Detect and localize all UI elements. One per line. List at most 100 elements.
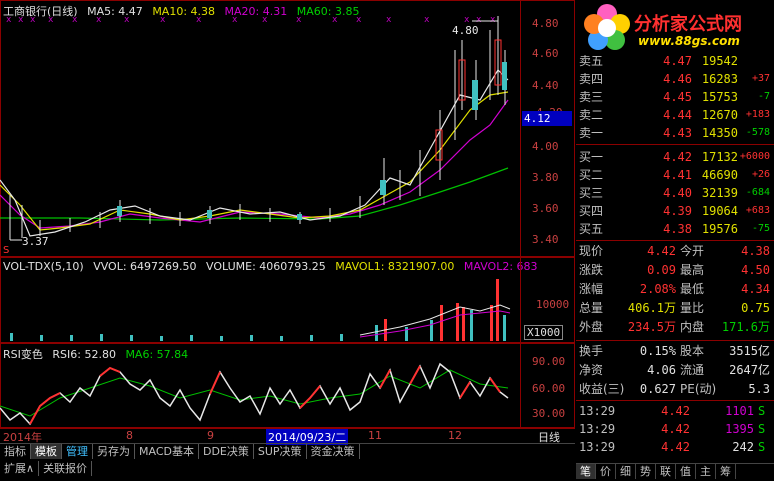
signal-markers: xxxxx xxxxx xxxxx xxxx [6,15,496,25]
tab-linked[interactable]: 联 [656,464,676,479]
tab-value[interactable]: 值 [676,464,696,479]
tab-related-quotes[interactable]: 关联报价 [39,461,93,476]
tick-list[interactable]: 13:29 4.42 1101 S 13:29 4.42 1395 S 13:29 4.42 2… [576,402,774,460]
low-mark-label: 3.37 [22,235,49,248]
svg-text:x: x [332,15,338,25]
ask-row-3[interactable]: 卖三 4.45 15753 -7 [576,88,772,106]
tick-row: 13:29 4.42 1101 S [579,404,766,418]
mavol2-line [359,310,511,338]
ask-row-5[interactable]: 卖五 4.47 19542 [576,52,772,70]
ma10-line [0,91,509,231]
current-price-tag: 4.12 [522,111,572,126]
quote-stats: 现价 4.42 今开 4.38 涨跌 0.09 最高 4.50 涨幅 2.08% 最低 4.34 … [576,242,774,341]
bid-row-5[interactable]: 买五 4.38 19576 -75 [576,220,772,238]
date-axis-month: 12 [448,429,462,442]
stat-row: 净资 4.06 流通 2647亿 [579,363,770,377]
bid-row-1[interactable]: 买一 4.42 17132 +6000 [576,148,772,166]
svg-text:x: x [18,15,24,25]
rsi-chart[interactable] [0,358,520,428]
volume-header: VOL-TDX(5,10) VVOL: 6497269.50 VOLUME: 4… [3,260,544,273]
svg-text:x: x [490,15,496,25]
ask-row-4[interactable]: 卖四 4.46 16283 +37 [576,70,772,88]
stat-row: 外盘 234.5万 内盘 171.6万 [579,320,770,334]
order-book-bids: 买一 4.42 17132 +6000 买二 4.41 46690 +26 买三 4.40 32… [576,146,774,241]
logo-url: www.88gs.com [638,34,740,48]
svg-text:x: x [386,15,392,25]
volume-indicator-name: VOL-TDX(5,10) [3,260,84,273]
svg-text:x: x [6,15,12,25]
volume-value: VOLUME: 4060793.25 [206,260,326,273]
logo-title: 分析家公式网 [634,14,742,35]
svg-text:x: x [30,15,36,25]
svg-text:x: x [424,15,430,25]
volume-bars[interactable] [0,275,520,343]
extension-tab-bar: 扩展∧ 关联报价 [0,461,575,477]
ask-row-2[interactable]: 卖二 4.44 12670 +183 [576,106,772,124]
tab-fund[interactable]: 资金决策 [307,444,360,459]
candles [9,16,506,240]
stat-row: 总量 406.1万 量比 0.75 [579,301,770,315]
flower-logo-icon [584,4,630,50]
main-chart-divider [520,0,521,257]
date-axis: 2014年 8 9 2014/09/23/二 11 12 日线 [0,428,575,445]
bid-row-3[interactable]: 买三 4.40 32139 -684 [576,184,772,202]
candle-bodies-cyan [117,62,507,220]
tab-expand[interactable]: 扩展∧ [0,461,40,476]
volume-divider [520,257,521,343]
tab-trend[interactable]: 势 [636,464,656,479]
order-book-asks: 卖五 4.47 19542 卖四 4.46 16283 +37 卖三 4.45 15753 -7… [576,52,774,145]
high-mark-label: 4.80 [452,24,479,37]
tab-manage[interactable]: 管理 [62,444,93,459]
ma5-line [0,69,509,237]
tab-indicator[interactable]: 指标 [0,444,31,459]
mavol2-value: MAVOL2: 683 [463,260,538,273]
stat-row: 涨幅 2.08% 最低 4.34 [579,282,770,296]
svg-text:x: x [48,15,54,25]
stat-row: 涨跌 0.09 最高 4.50 [579,263,770,277]
svg-text:x: x [356,15,362,25]
svg-text:x: x [72,15,78,25]
rsi6-line-red-segments [29,365,501,425]
ma20-line [0,99,509,229]
fundamental-stats: 换手 0.15% 股本 3515亿 净资 4.06 流通 2647亿 收益(三) 0.627 P… [576,342,774,401]
svg-text:x: x [232,15,238,25]
svg-text:x: x [296,15,302,25]
date-axis-month: 11 [368,429,382,442]
tab-chips[interactable]: 筹 [716,464,736,479]
date-axis-month: 9 [207,429,214,442]
svg-text:x: x [160,15,166,25]
tab-macd[interactable]: MACD基本 [135,444,199,459]
ask-row-1[interactable]: 卖一 4.43 14350 -578 [576,124,772,142]
mavol1-line [359,304,511,336]
candlestick-chart[interactable]: xxxxx xxxxx xxxxx xxxx 4.80 3.37 S [0,0,520,257]
tab-template[interactable]: 模板 [31,444,62,459]
tab-main[interactable]: 主 [696,464,716,479]
vvol-value: VVOL: 6497269.50 [93,260,197,273]
tick-row: 13:29 4.42 242 S [579,440,766,454]
bid-row-2[interactable]: 买二 4.41 46690 +26 [576,166,772,184]
svg-text:x: x [96,15,102,25]
tab-save-as[interactable]: 另存为 [93,444,135,459]
svg-text:x: x [262,15,268,25]
tab-tick-detail[interactable]: 笔 [576,464,596,479]
tick-row: 13:29 4.42 1395 S [579,422,766,436]
tab-detail[interactable]: 细 [616,464,636,479]
svg-text:x: x [124,15,130,25]
stat-row: 换手 0.15% 股本 3515亿 [579,344,770,358]
right-tab-bar: 笔价细势联值主筹 [576,463,774,480]
tab-price[interactable]: 价 [596,464,616,479]
svg-text:x: x [196,15,202,25]
logo-area: 分析家公式网 www.88gs.com [576,0,774,56]
volume-unit: X1000 [524,325,564,340]
rsi6-line [0,362,509,426]
bid-row-4[interactable]: 买四 4.39 19064 +683 [576,202,772,220]
s-marker: S [3,245,9,256]
tab-dde[interactable]: DDE决策 [199,444,254,459]
indicator-tab-bar: 指标 模板 管理 另存为 MACD基本 DDE决策 SUP决策 资金决策 [0,443,575,460]
rsi-divider [520,343,521,428]
mavol1-value: MAVOL1: 8321907.00 [335,260,455,273]
tab-sup[interactable]: SUP决策 [254,444,307,459]
stat-row: 现价 4.42 今开 4.38 [579,244,770,258]
stat-row: 收益(三) 0.627 PE(动) 5.3 [579,382,770,396]
date-axis-month: 8 [126,429,133,442]
